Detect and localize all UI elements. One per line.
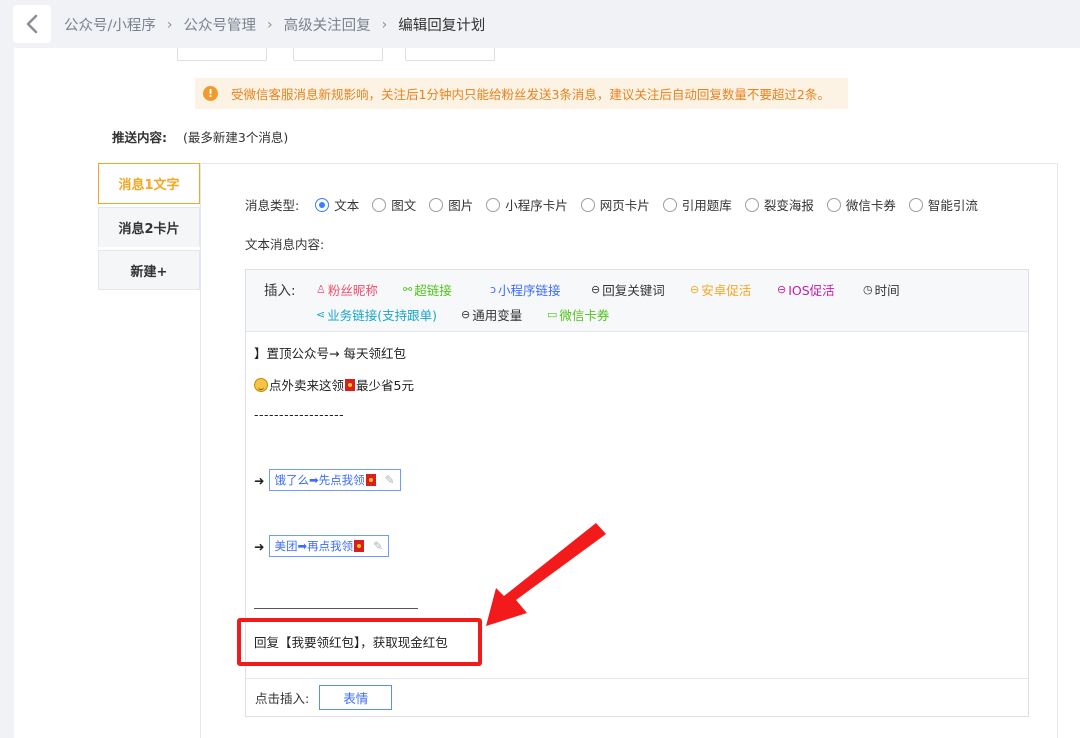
radio-icon [372, 197, 387, 212]
push-content-row: 推送内容: (最多新建3个消息) [112, 127, 288, 146]
notice-text: 受微信客服消息新规影响，关注后1分钟内只能给粉丝发送3条消息，建议关注后自动回复… [231, 87, 830, 102]
breadcrumb-current: 编辑回复计划 [398, 18, 486, 34]
radio-wechat-coupon[interactable]: 微信卡券 [826, 195, 896, 214]
insert-mini-program-link[interactable]: ↄ 小程序链接 [490, 280, 561, 299]
mini-program-icon: ↄ [490, 283, 497, 296]
insert-hyperlink[interactable]: ⚯ 超链接 [403, 280, 452, 299]
breadcrumb-item[interactable]: 高级关注回复 [284, 14, 371, 35]
radio-web-card[interactable]: 网页卡片 [580, 195, 650, 214]
left-sidebar-strip [14, 48, 63, 738]
radio-icon [908, 197, 923, 212]
push-content-label: 推送内容: [112, 130, 167, 145]
arrow-right-icon: ➜ [254, 472, 265, 488]
share-icon: ⋖ [316, 308, 326, 321]
insert-toolbar: 插入: ♙ 粉丝昵称 ⚯ 超链接 ↄ 小程序链接 ⊖ 回复关键词 ⊖ 安卓促活 ⊖ IOS促… [246, 270, 1028, 332]
radio-icon [744, 197, 759, 212]
emoji-button[interactable]: 表情 [319, 685, 393, 710]
message-type-label: 消息类型: [245, 198, 300, 213]
link-icon: ⚯ [403, 283, 413, 296]
radio-image[interactable]: 图片 [429, 195, 473, 214]
radio-icon [580, 197, 595, 212]
circle-minus-icon: ⊖ [461, 308, 471, 321]
tab-message-2[interactable]: 消息2卡片 [98, 207, 200, 247]
text-content-label: 文本消息内容: [245, 237, 325, 252]
radio-checked-icon [315, 197, 330, 212]
warning-icon: ! [203, 86, 218, 101]
chevron-right-icon: › [267, 16, 273, 33]
highlight-box [237, 618, 482, 666]
insert-time[interactable]: ◷ 时间 [863, 280, 900, 299]
insert-wechat-coupon[interactable]: ▭ 微信卡券 [547, 305, 609, 324]
arrow-right-icon: ➜ [254, 538, 265, 554]
insert-reply-keyword[interactable]: ⊖ 回复关键词 [591, 280, 665, 299]
notice-banner: ! 受微信客服消息新规影响，关注后1分钟内只能给粉丝发送3条消息，建议关注后自动… [195, 78, 848, 109]
radio-icon [662, 197, 677, 212]
radio-text[interactable]: 文本 [315, 195, 359, 214]
click-insert-row: 点击插入: 表情 [246, 678, 1028, 716]
breadcrumb-item[interactable]: 公众号管理 [184, 14, 257, 35]
insert-fan-nickname[interactable]: ♙ 粉丝昵称 [316, 280, 378, 299]
radio-smart-traffic[interactable]: 智能引流 [908, 195, 978, 214]
editor-divider-text: ------------------ [254, 407, 345, 422]
card-icon: ▭ [547, 308, 558, 321]
settings-input[interactable] [177, 48, 267, 61]
insert-android-activation[interactable]: ⊖ 安卓促活 [690, 280, 751, 299]
cutoff-settings-row [98, 48, 499, 61]
insert-business-link[interactable]: ⋖ 业务链接(支持跟单) [316, 305, 437, 324]
red-envelope-icon [345, 378, 356, 391]
user-icon: ♙ [316, 283, 326, 296]
smile-emoji-icon [254, 377, 268, 392]
back-button[interactable] [13, 5, 51, 43]
chevron-left-icon [26, 14, 38, 34]
radio-question-bank[interactable]: 引用题库 [662, 195, 732, 214]
editor-line: ➜ 美团➡再点我领 ✎ [254, 535, 390, 557]
insert-common-variable[interactable]: ⊖ 通用变量 [461, 305, 522, 324]
edit-pencil-icon[interactable]: ✎ [385, 473, 395, 487]
editor-line: 】置顶公众号→ 每天领红包 [254, 346, 406, 361]
breadcrumb: 公众号/小程序 › 公众号管理 › 高级关注回复 › 编辑回复计划 [64, 14, 485, 35]
red-envelope-icon [354, 540, 365, 552]
link-chip-eleme[interactable]: 饿了么➡先点我领 ✎ [269, 469, 401, 491]
editor-underline [254, 608, 418, 609]
push-content-hint: (最多新建3个消息) [183, 130, 289, 145]
chevron-right-icon: › [166, 16, 173, 33]
insert-label: 插入: [264, 283, 296, 299]
link-chip-meituan[interactable]: 美团➡再点我领 ✎ [269, 535, 390, 557]
settings-input[interactable] [293, 48, 383, 61]
circle-minus-icon: ⊖ [690, 283, 700, 296]
click-insert-label: 点击插入: [255, 691, 310, 706]
breadcrumb-item[interactable]: 公众号/小程序 [64, 14, 156, 35]
editor-line: 点外卖来这领 最少省5元 [254, 375, 414, 394]
radio-rich-media[interactable]: 图文 [372, 195, 416, 214]
chevron-right-icon: › [381, 16, 388, 33]
top-bar: 公众号/小程序 › 公众号管理 › 高级关注回复 › 编辑回复计划 [0, 0, 1080, 48]
insert-ios-activation[interactable]: ⊖ IOS促活 [777, 280, 835, 299]
message-tabs: 消息1文字 消息2卡片 新建+ [98, 163, 200, 290]
radio-icon [826, 197, 841, 212]
new-message-button[interactable]: 新建+ [98, 250, 200, 290]
message-type-row: 消息类型: 文本 图文 图片 小程序卡片 网页卡片 引用题库 裂变海报 微信卡券… [245, 195, 991, 214]
tab-message-1[interactable]: 消息1文字 [98, 163, 200, 204]
main-content: ! 受微信客服消息新规影响，关注后1分钟内只能给粉丝发送3条消息，建议关注后自动… [63, 48, 1080, 738]
edit-pencil-icon[interactable]: ✎ [373, 539, 383, 553]
settings-input[interactable] [405, 48, 495, 61]
radio-icon [486, 197, 501, 212]
radio-icon [429, 197, 444, 212]
radio-fission-poster[interactable]: 裂变海报 [744, 195, 814, 214]
red-envelope-icon [365, 474, 376, 486]
clock-icon: ◷ [863, 283, 873, 296]
circle-minus-icon: ⊖ [591, 283, 601, 296]
radio-mini-program-card[interactable]: 小程序卡片 [486, 195, 568, 214]
editor-line: ➜ 饿了么➡先点我领 ✎ [254, 469, 401, 491]
circle-minus-icon: ⊖ [777, 283, 787, 296]
